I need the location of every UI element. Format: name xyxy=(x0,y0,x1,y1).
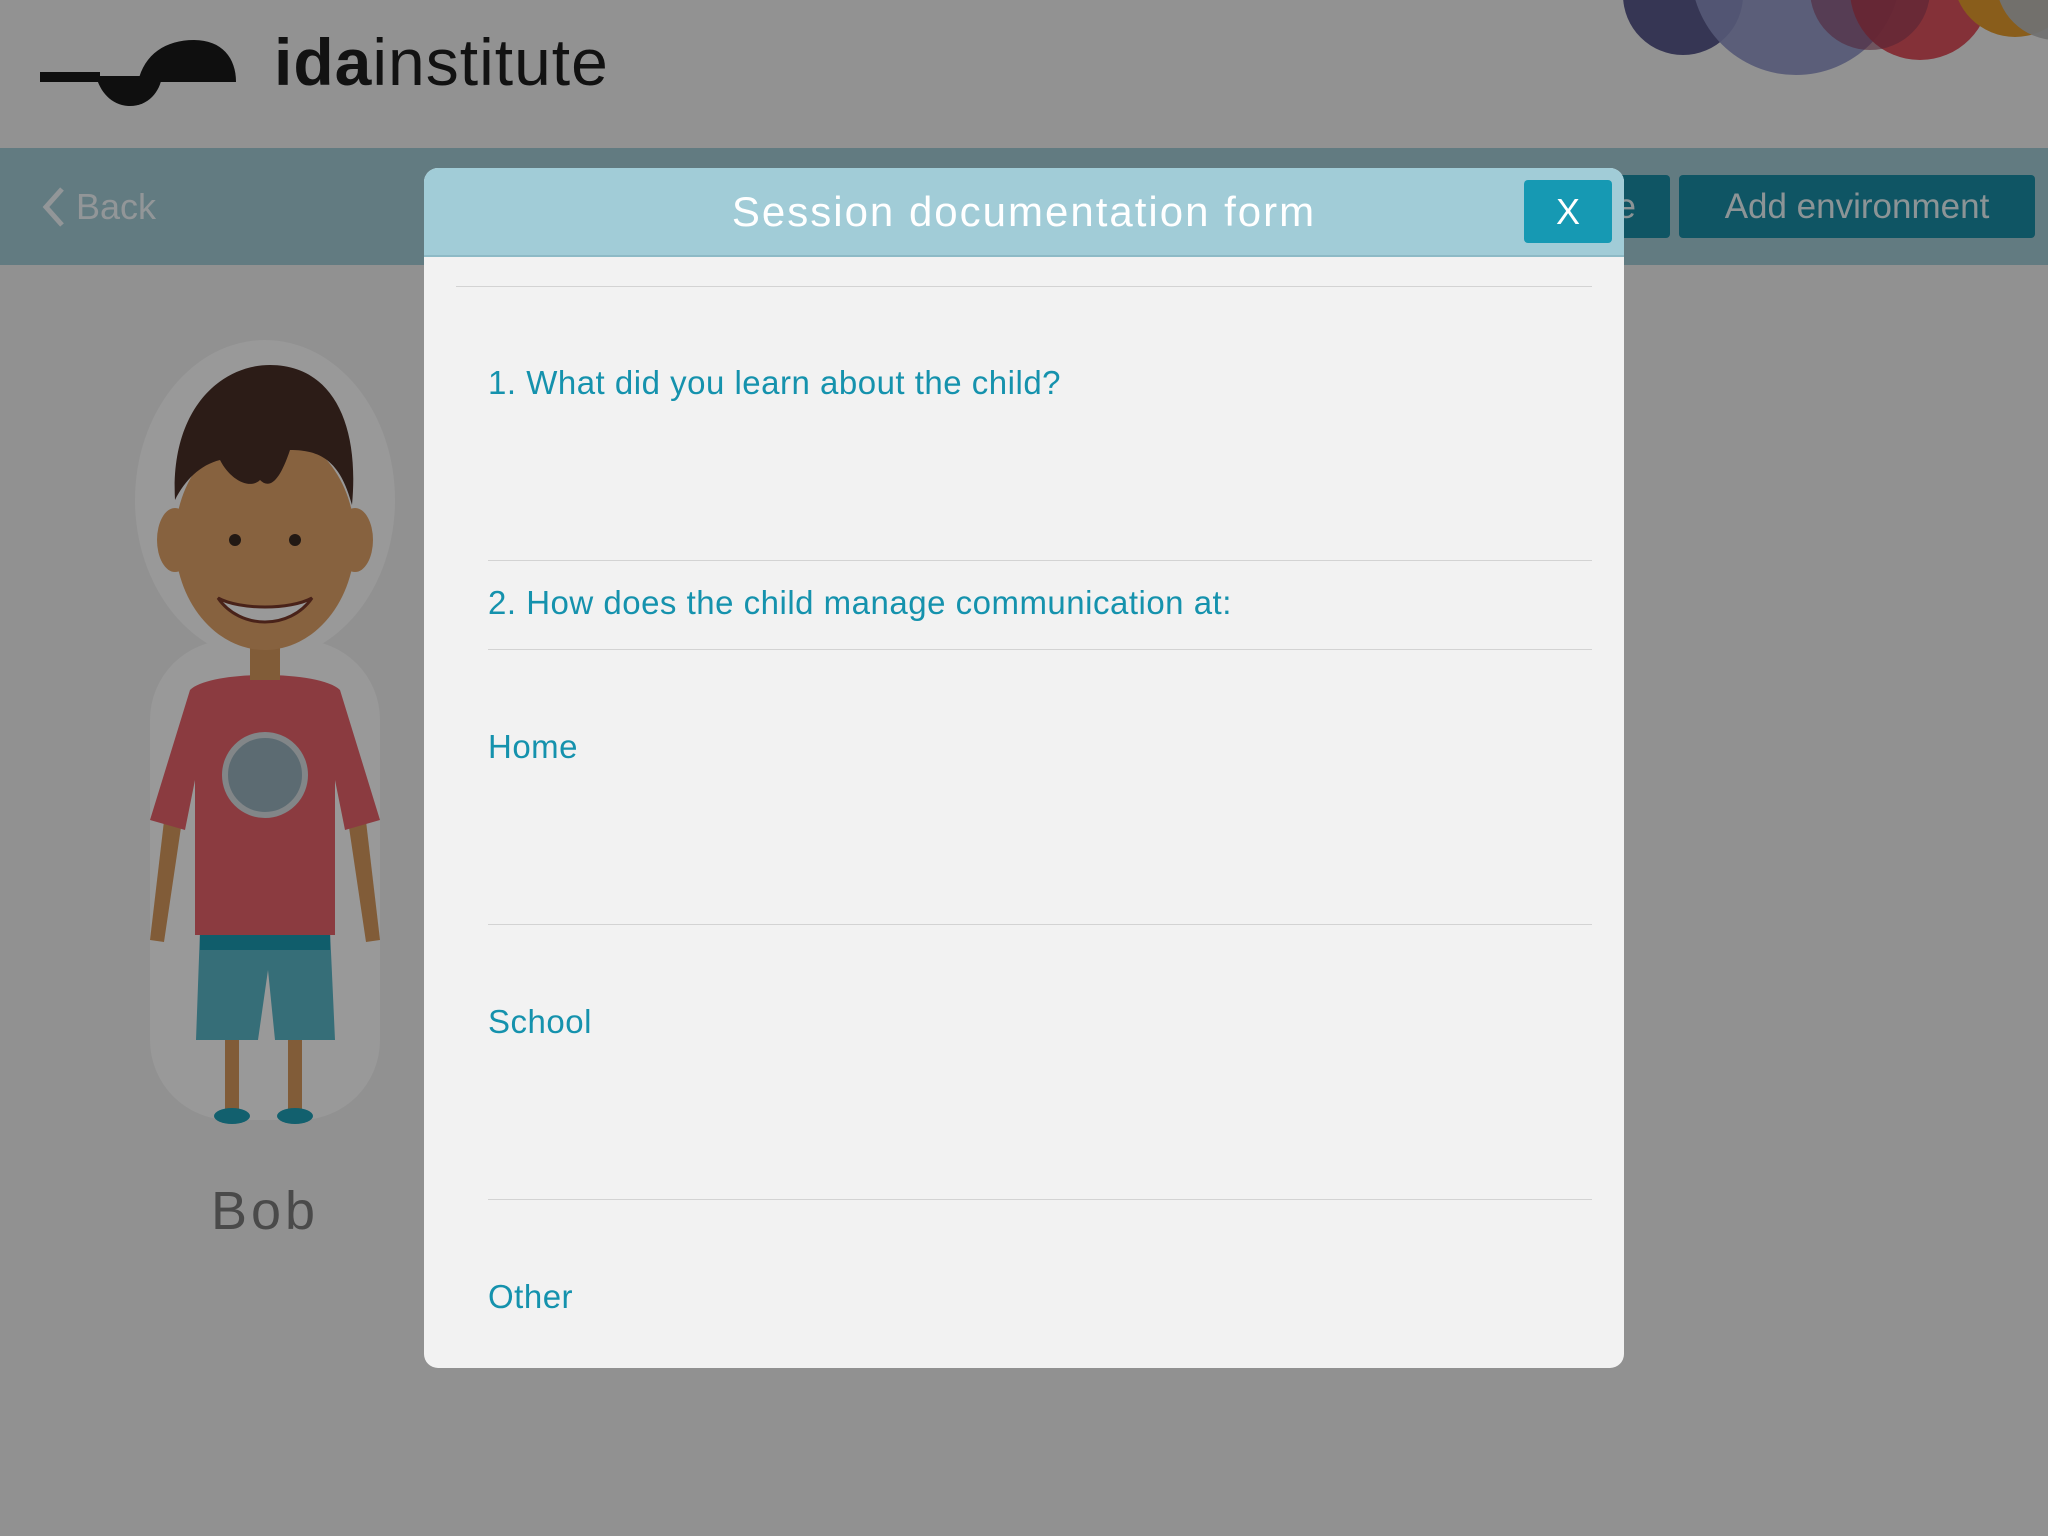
field-other-label: Other xyxy=(488,1278,574,1315)
divider xyxy=(488,924,1592,925)
session-documentation-modal: Session documentation form X 1. What did… xyxy=(424,168,1624,1368)
divider xyxy=(488,1199,1592,1200)
divider xyxy=(456,286,1592,287)
modal-title: Session documentation form xyxy=(731,188,1317,235)
divider xyxy=(488,649,1592,650)
close-label: X xyxy=(1555,190,1580,232)
close-button[interactable]: X xyxy=(1524,180,1612,243)
modal-header: Session documentation form X xyxy=(424,168,1624,257)
field-school-label: School xyxy=(488,1003,592,1040)
field-home-label: Home xyxy=(488,728,579,765)
divider xyxy=(488,560,1592,561)
question-1-label: 1. What did you learn about the child? xyxy=(488,364,1062,401)
question-2-label: 2. How does the child manage communicati… xyxy=(488,584,1232,621)
